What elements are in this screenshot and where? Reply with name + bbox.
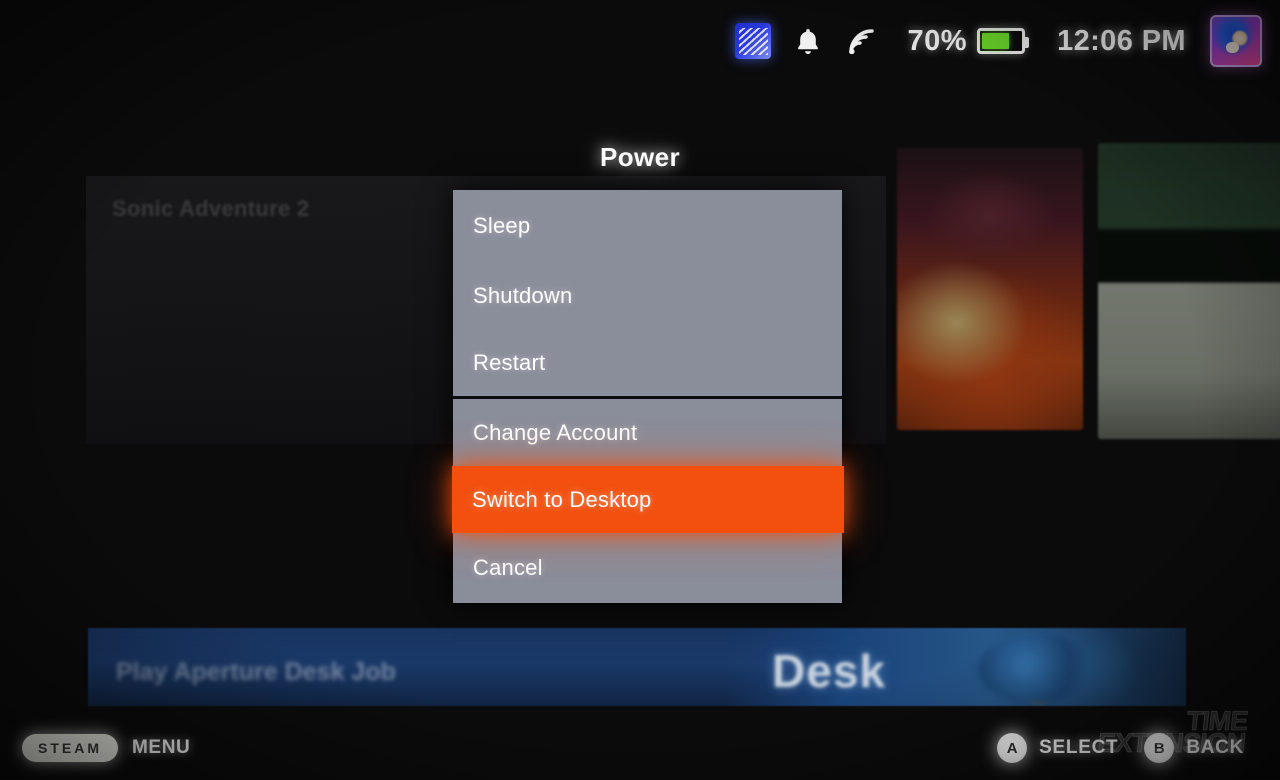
battery-icon <box>977 28 1030 54</box>
play-aperture-desk-job-banner[interactable]: Desk Play Aperture Desk Job <box>88 628 1186 706</box>
play-banner-label: Play Aperture Desk Job <box>116 658 396 686</box>
a-button-label: SELECT <box>1039 737 1119 758</box>
background-featured-title: Sonic Adventure 2 <box>112 196 310 221</box>
banner-art-title: Desk <box>772 645 886 697</box>
power-menu: Sleep Shutdown Restart Change Account Sw… <box>452 190 844 603</box>
menu-item-restart[interactable]: Restart <box>453 329 842 396</box>
steam-button[interactable]: STEAM <box>22 734 118 762</box>
steam-notification-badge-icon[interactable] <box>734 23 771 59</box>
a-button-icon[interactable]: A <box>997 733 1028 763</box>
device-photo-frame: Sonic Adventure 2 Desk Play Aperture Des… <box>0 0 1280 780</box>
menu-item-change-account[interactable]: Change Account <box>453 399 842 466</box>
page-title: Power <box>599 142 681 172</box>
power-menu-group-session: Change Account Switch to Desktop Cancel <box>452 396 844 603</box>
b-button-icon[interactable]: B <box>1144 733 1175 763</box>
capsule-band <box>1098 231 1280 283</box>
game-capsule-art-red[interactable] <box>897 148 1083 430</box>
steam-deck-screen: Sonic Adventure 2 Desk Play Aperture Des… <box>0 0 1280 780</box>
b-button-label: BACK <box>1186 737 1244 758</box>
menu-item-switch-to-desktop[interactable]: Switch to Desktop <box>452 466 844 533</box>
battery-percent-label: 70% <box>907 24 968 57</box>
avatar[interactable] <box>1210 15 1262 67</box>
menu-item-sleep[interactable]: Sleep <box>453 190 842 262</box>
menu-item-cancel[interactable]: Cancel <box>453 533 842 603</box>
menu-item-shutdown[interactable]: Shutdown <box>453 262 842 329</box>
wifi-icon[interactable] <box>847 27 880 56</box>
bottom-bar-right: A SELECT B BACK <box>997 733 1258 763</box>
game-capsule-art-green[interactable] <box>1098 143 1280 439</box>
power-menu-group-power: Sleep Shutdown Restart <box>453 190 842 396</box>
menu-hint-label: MENU <box>132 737 191 758</box>
bell-icon[interactable] <box>795 27 821 56</box>
banner-art-blob <box>978 634 1098 704</box>
battery-fill <box>982 33 1009 49</box>
clock: 12:06 PM <box>1057 24 1186 57</box>
bottom-bar: STEAM MENU A SELECT B BACK <box>0 716 1280 780</box>
status-bar: 70% 12:06 PM <box>0 0 1280 82</box>
bottom-bar-left: STEAM MENU <box>22 734 190 762</box>
